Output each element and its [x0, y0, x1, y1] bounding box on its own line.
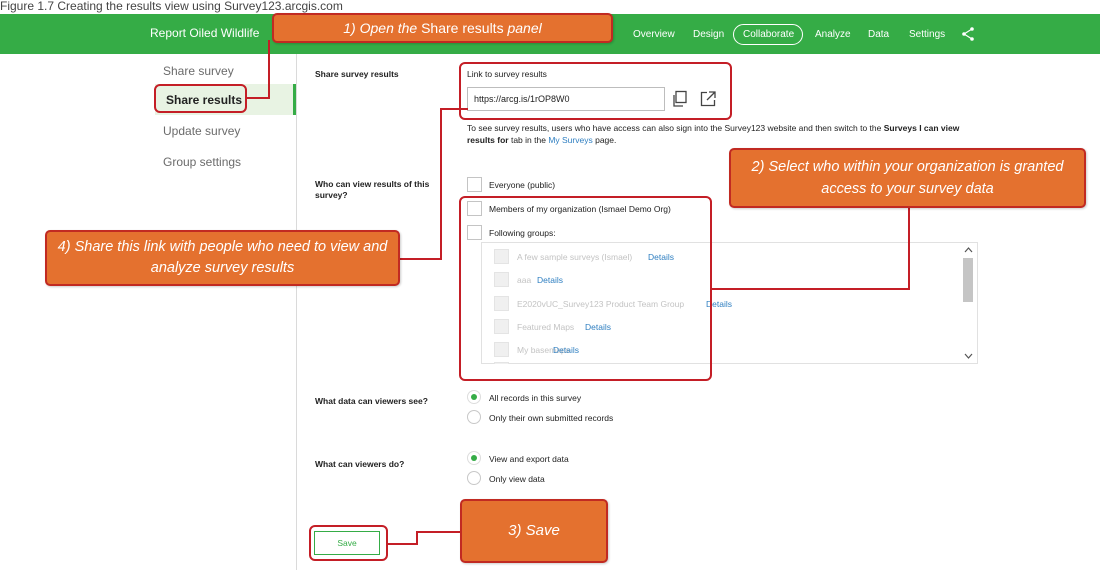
connector-line [712, 288, 910, 290]
callout-save: 3) Save [460, 499, 608, 563]
connector-line [908, 206, 910, 290]
data-viewers-see-label: What data can viewers see? [315, 396, 428, 406]
connector-line [245, 97, 270, 99]
sidebar-item-group-settings[interactable]: Group settings [163, 155, 241, 169]
sidebar-item-share-survey[interactable]: Share survey [163, 64, 234, 78]
nav-collaborate[interactable]: Collaborate [743, 29, 794, 40]
sidebar-divider [296, 54, 297, 570]
connector-line [416, 531, 462, 533]
survey-title: Report Oiled Wildlife [150, 26, 260, 40]
nav-settings[interactable]: Settings [909, 29, 945, 40]
connector-line [268, 40, 270, 99]
everyone-option: Everyone (public) [489, 180, 556, 190]
access-highlight [459, 196, 712, 381]
nav-overview[interactable]: Overview [633, 29, 675, 40]
nav-analyze[interactable]: Analyze [815, 29, 851, 40]
all-records-option: All records in this survey [489, 393, 582, 403]
all-records-radio[interactable] [467, 390, 481, 404]
own-records-option: Only their own submitted records [489, 413, 614, 423]
connector-line [416, 531, 418, 545]
connector-line [440, 108, 468, 110]
link-highlight [459, 62, 732, 120]
view-export-radio[interactable] [467, 451, 481, 465]
only-view-radio[interactable] [467, 471, 481, 485]
view-export-option: View and export data [489, 454, 569, 464]
connector-line [440, 108, 442, 260]
nav-data[interactable]: Data [868, 29, 889, 40]
figure-caption: Figure 1.7 Creating the results view usi… [0, 0, 1100, 14]
who-can-view-label: Who can view results of this survey? [315, 179, 430, 200]
callout-select-access: 2) Select who within your organization i… [729, 148, 1086, 208]
everyone-checkbox[interactable] [467, 177, 482, 192]
sidebar-item-update-survey[interactable]: Update survey [163, 124, 240, 138]
connector-line [388, 543, 418, 545]
share-icon[interactable] [960, 26, 976, 42]
connector-line [400, 258, 442, 260]
viewers-do-label: What can viewers do? [315, 459, 405, 469]
own-records-radio[interactable] [467, 410, 481, 424]
callout-share-link: 4) Share this link with people who need … [45, 230, 400, 286]
save-highlight [309, 525, 388, 561]
my-surveys-link[interactable]: My Surveys [548, 135, 592, 145]
only-view-option: Only view data [489, 474, 545, 484]
results-access-help-text: To see survey results, users who have ac… [467, 123, 960, 145]
share-results-highlight [154, 84, 247, 113]
callout-open-share-results: 1) Open the Share results panel [272, 13, 613, 43]
share-results-section-label: Share survey results [315, 69, 399, 79]
scrollbar-thumb[interactable] [963, 258, 973, 302]
nav-design[interactable]: Design [693, 29, 724, 40]
